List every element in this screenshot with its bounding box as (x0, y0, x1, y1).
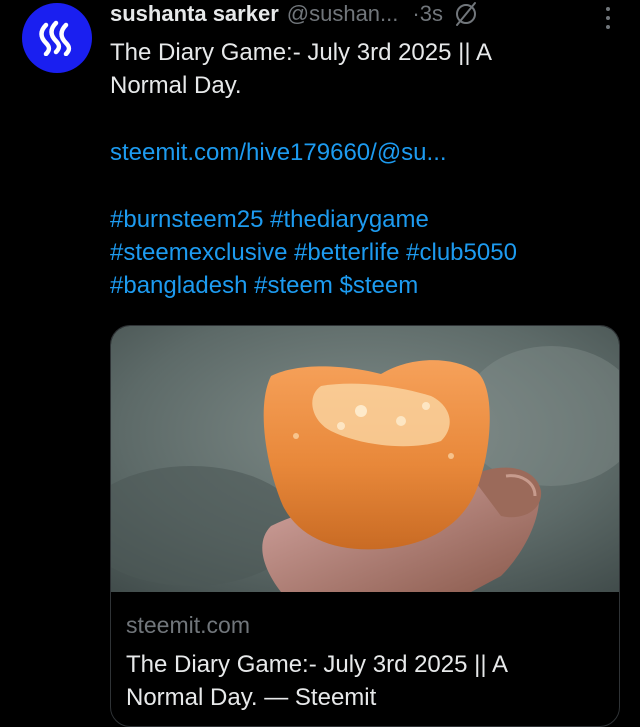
card-title-line: The Diary Game:- July 3rd 2025 || A (126, 651, 508, 678)
tweet-link[interactable]: steemit.com/hive179660/@su... (110, 136, 625, 169)
card-title-line: Normal Day. — Steemit (126, 684, 377, 711)
link-preview-card[interactable]: steemit.com The Diary Game:- July 3rd 20… (110, 325, 620, 727)
timestamp[interactable]: ·3s (412, 1, 443, 27)
tweet-text-line: Normal Day. (110, 72, 242, 99)
author-name[interactable]: sushanta sarker (110, 1, 279, 27)
card-title: The Diary Game:- July 3rd 2025 || A Norm… (126, 648, 606, 714)
tweet-text-line: The Diary Game:- July 3rd 2025 || A (110, 39, 492, 66)
author-handle[interactable]: @sushan... (287, 1, 399, 27)
hashtags-line[interactable]: #burnsteem25 #thediarygame (110, 203, 625, 236)
card-domain: steemit.com (126, 612, 250, 638)
hashtags-line[interactable]: #bangladesh #steem $steem (110, 269, 625, 302)
more-vertical-icon[interactable] (598, 2, 618, 34)
tweet-header: sushanta sarker @sushan... ·3s (110, 0, 625, 28)
avatar[interactable] (22, 3, 92, 73)
steem-logo-icon (39, 20, 72, 56)
hashtags-line[interactable]: #steemexclusive #betterlife #club5050 (110, 236, 625, 269)
card-image[interactable] (111, 326, 619, 592)
tweet-content: sushanta sarker @sushan... ·3s The Diary… (110, 0, 625, 302)
grok-icon[interactable] (453, 1, 479, 27)
tweet-text: The Diary Game:- July 3rd 2025 || A Norm… (110, 36, 625, 302)
